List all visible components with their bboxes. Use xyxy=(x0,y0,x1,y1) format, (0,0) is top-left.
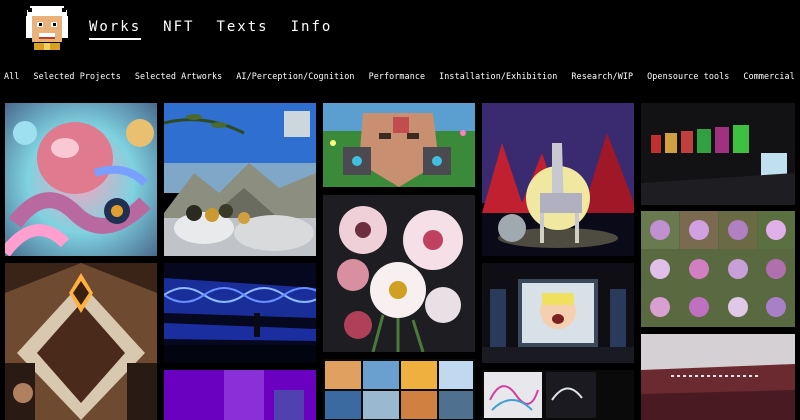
flower-grid-artwork[interactable] xyxy=(641,211,795,327)
olive-landscape-artwork[interactable] xyxy=(164,103,316,256)
purple-screen-artwork[interactable] xyxy=(164,370,316,420)
blue-wave-installation-artwork[interactable] xyxy=(164,263,316,363)
filter-opensource-tools[interactable]: Opensource tools xyxy=(647,71,729,81)
landscape-panels-artwork[interactable] xyxy=(323,359,475,420)
nav-info[interactable]: Info xyxy=(291,19,333,40)
diamond-room-artwork[interactable] xyxy=(5,263,157,420)
performance-stage-artwork[interactable] xyxy=(482,263,634,363)
octopus-artwork[interactable] xyxy=(5,103,157,256)
nav-works[interactable]: Works xyxy=(89,19,142,40)
filter-installation-exhibition[interactable]: Installation/Exhibition xyxy=(439,71,557,81)
filter-all[interactable]: All xyxy=(4,71,19,81)
desert-field-artwork[interactable] xyxy=(641,334,795,420)
main-navigation: Works NFT Texts Info xyxy=(89,19,332,40)
filter-selected-projects[interactable]: Selected Projects xyxy=(33,71,120,81)
filter-commercial[interactable]: Commercial xyxy=(743,71,794,81)
gallery-screens-artwork[interactable] xyxy=(641,103,795,205)
line-drawing-artwork[interactable] xyxy=(482,370,634,420)
nav-nft[interactable]: NFT xyxy=(163,19,194,40)
giraffe-moon-artwork[interactable] xyxy=(482,103,634,256)
cyborg-face-artwork[interactable] xyxy=(323,103,475,187)
logo-avatar[interactable] xyxy=(22,2,72,52)
filter-research-wip[interactable]: Research/WIP xyxy=(571,71,633,81)
filter-selected-artworks[interactable]: Selected Artworks xyxy=(135,71,222,81)
nav-texts[interactable]: Texts xyxy=(216,19,268,40)
filter-ai-perception-cognition[interactable]: AI/Perception/Cognition xyxy=(236,71,354,81)
flowers-bouquet-artwork[interactable] xyxy=(323,195,475,352)
filter-performance[interactable]: Performance xyxy=(369,71,426,81)
category-filter-bar: All Selected Projects Selected Artworks … xyxy=(4,71,800,81)
